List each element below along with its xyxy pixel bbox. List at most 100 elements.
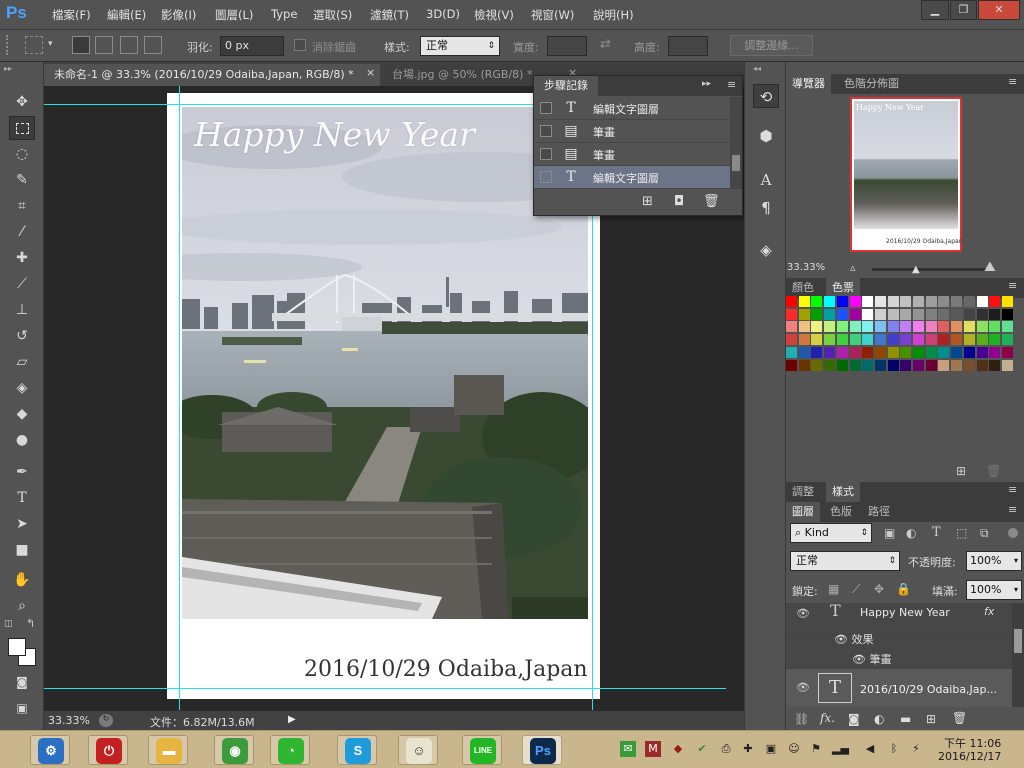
panel-menu-icon[interactable]: ≡ <box>1008 483 1017 496</box>
tab-paths[interactable]: 路徑 <box>862 502 896 522</box>
swatch[interactable] <box>1001 359 1013 371</box>
new-selection-icon[interactable] <box>72 36 90 54</box>
swatch[interactable] <box>963 296 975 307</box>
swatch[interactable] <box>1001 296 1013 307</box>
swatch[interactable] <box>862 346 874 358</box>
swatch[interactable] <box>849 321 861 333</box>
swatch[interactable] <box>1001 334 1013 346</box>
swatch[interactable] <box>976 308 988 320</box>
visibility-eye-icon[interactable]: 👁 <box>834 633 848 646</box>
swatch[interactable] <box>811 346 823 358</box>
feather-input[interactable]: 0 px <box>220 36 284 56</box>
pen-tool-icon[interactable]: ✒ <box>9 460 35 484</box>
menu-3d[interactable]: 3D(D) <box>426 7 460 21</box>
taskbar-file-explorer-button[interactable]: ▬ <box>148 735 188 765</box>
chevron-down-icon[interactable]: ▾ <box>48 39 53 49</box>
swatch[interactable] <box>887 296 899 307</box>
menu-window[interactable]: 視窗(W) <box>531 7 574 23</box>
swatch[interactable] <box>989 296 1001 307</box>
history-scrollbar[interactable] <box>730 97 742 189</box>
swatch[interactable] <box>849 334 861 346</box>
swatch[interactable] <box>989 321 1001 333</box>
menu-filter[interactable]: 濾鏡(T) <box>370 7 409 23</box>
swatch[interactable] <box>938 308 950 320</box>
zoom-level[interactable]: 33.33% <box>48 714 90 727</box>
zoom-slider[interactable]: ▲ <box>872 264 992 275</box>
new-group-icon[interactable]: ▬ <box>900 712 911 726</box>
swatch[interactable] <box>951 334 963 346</box>
character-panel-icon[interactable]: A <box>753 168 779 192</box>
swatch[interactable] <box>836 308 848 320</box>
swatch[interactable] <box>824 346 836 358</box>
close-window-button[interactable]: ✕ <box>978 0 1020 20</box>
swatch[interactable] <box>836 321 848 333</box>
panel-menu-icon[interactable]: ≡ <box>1008 75 1017 88</box>
swatch[interactable] <box>938 321 950 333</box>
swatch[interactable] <box>874 359 886 371</box>
lock-all-icon[interactable]: 🔒 <box>896 582 911 596</box>
swatch[interactable] <box>798 359 810 371</box>
layer-row-selected[interactable]: 👁 T 2016/10/29 Odaiba,Jap... <box>786 669 1012 707</box>
fill-input[interactable]: 100% ▾ <box>966 580 1022 600</box>
panel-menu-icon[interactable]: ≡ <box>727 78 736 91</box>
swatch[interactable] <box>951 346 963 358</box>
swatch[interactable] <box>900 334 912 346</box>
marquee-preset-icon[interactable] <box>25 36 43 54</box>
trash-icon[interactable]: 🗑 <box>703 194 720 209</box>
blend-mode-dropdown[interactable]: 正常 ⇕ <box>790 551 900 571</box>
layer-name[interactable]: 2016/10/29 Odaiba,Jap... <box>860 683 997 696</box>
taskbar-wechat-button[interactable]: ◔ <box>270 735 310 765</box>
swatch[interactable] <box>963 334 975 346</box>
history-tab[interactable]: 步驟記錄 <box>534 76 598 96</box>
swatch[interactable] <box>824 296 836 307</box>
swatch[interactable] <box>887 321 899 333</box>
history-checkbox[interactable] <box>540 102 552 114</box>
intersect-selection-icon[interactable] <box>144 36 162 54</box>
swatch[interactable] <box>925 308 937 320</box>
antivirus-tray-icon[interactable]: M <box>645 741 661 757</box>
swatch[interactable] <box>925 334 937 346</box>
lasso-tool-icon[interactable]: ◌ <box>9 142 35 166</box>
swatch[interactable] <box>874 296 886 307</box>
tab-color[interactable]: 顏色 <box>786 278 820 298</box>
default-colors-icon[interactable]: ◫ <box>4 619 13 629</box>
swatch[interactable] <box>887 334 899 346</box>
swatch[interactable] <box>786 321 797 333</box>
swatch[interactable] <box>989 308 1001 320</box>
vertical-guide[interactable] <box>592 216 593 710</box>
swatch[interactable] <box>874 334 886 346</box>
volume-icon[interactable]: ◀ <box>862 741 878 757</box>
swatch[interactable] <box>862 296 874 307</box>
history-checkbox[interactable] <box>540 148 552 160</box>
swatch[interactable] <box>798 346 810 358</box>
collapse-icon[interactable]: ▸▸ <box>4 64 12 73</box>
paragraph-panel-icon[interactable]: ¶ <box>753 196 779 220</box>
swatch[interactable] <box>811 321 823 333</box>
adjustment-layer-icon[interactable]: ◐ <box>874 712 884 726</box>
tab-swatches[interactable]: 色票 <box>826 278 860 298</box>
snapshot-icon[interactable]: ◘ <box>674 194 684 209</box>
swatch[interactable] <box>913 321 924 333</box>
swatch[interactable] <box>786 346 797 358</box>
navigator-thumbnail[interactable]: Happy New Year 2016/10/29 Odaiba,Japan <box>850 97 963 252</box>
swatch[interactable] <box>925 321 937 333</box>
swatch[interactable] <box>786 359 797 371</box>
swatch[interactable] <box>811 334 823 346</box>
swatch[interactable] <box>913 346 924 358</box>
filter-adjustment-icon[interactable]: ◐ <box>906 526 916 540</box>
trash-icon[interactable]: 🗑 <box>986 464 1001 478</box>
zoom-in-icon[interactable]: ⛰ <box>984 259 996 275</box>
swatch[interactable] <box>976 321 988 333</box>
new-document-from-state-icon[interactable]: ⊞ <box>642 194 653 209</box>
swatch[interactable] <box>976 334 988 346</box>
swatch[interactable] <box>938 359 950 371</box>
swatch[interactable] <box>951 359 963 371</box>
swap-icon[interactable]: ⇄ <box>600 37 611 52</box>
bluetooth-icon[interactable]: ᛒ <box>886 741 902 757</box>
swatch[interactable] <box>913 334 924 346</box>
swatch[interactable] <box>951 321 963 333</box>
swatch[interactable] <box>976 359 988 371</box>
swatch[interactable] <box>786 296 797 307</box>
status-menu-arrow-icon[interactable]: ▶ <box>288 714 296 725</box>
swatch[interactable] <box>963 359 975 371</box>
